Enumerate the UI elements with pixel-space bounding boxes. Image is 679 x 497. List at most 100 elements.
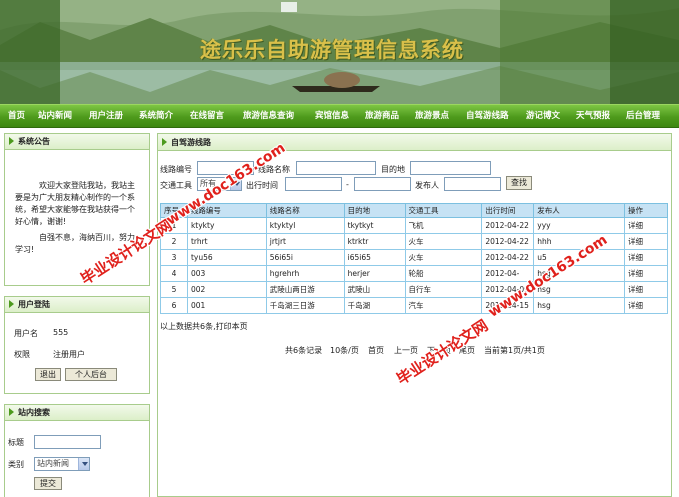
submit-button[interactable]: 提交: [34, 477, 62, 490]
arrow-icon: [9, 408, 14, 416]
cell-transport: 飞机: [404, 217, 483, 234]
first-page-link[interactable]: 首页: [368, 345, 384, 356]
arrow-icon: [9, 137, 14, 145]
nav-attractions[interactable]: 旅游景点: [415, 105, 449, 128]
cell-transport: 轮船: [404, 265, 483, 282]
username-value: 555: [53, 328, 69, 337]
nav-hotels[interactable]: 宾馆信息: [315, 105, 349, 128]
prev-page-link[interactable]: 上一页: [394, 345, 418, 356]
role-value: 注册用户: [53, 350, 85, 359]
nav-blog[interactable]: 游记博文: [526, 105, 560, 128]
search-button[interactable]: 查找: [506, 176, 532, 190]
nav-site-news[interactable]: 站内新闻: [38, 105, 72, 128]
notice-title: 系统公告: [18, 137, 50, 146]
chevron-down-icon: [78, 458, 89, 470]
cell-destination: 武陵山: [343, 281, 406, 298]
cell-publisher: hhh: [533, 233, 626, 250]
cell-index: 2: [160, 233, 188, 250]
detail-link[interactable]: 详细: [624, 297, 668, 314]
cell-time: 2012-04-09: [481, 281, 535, 298]
cell-destination: 千岛湖: [343, 297, 406, 314]
route-name-label: 线路名称: [258, 165, 290, 174]
cell-publisher: u5: [533, 249, 626, 266]
cell-publisher: yyy: [533, 217, 626, 234]
nav-travel-query[interactable]: 旅游信息查询: [243, 105, 294, 128]
destination-label: 目的地: [381, 165, 405, 174]
cell-code: trhrt: [186, 233, 267, 250]
cell-time: 2012-04-: [481, 265, 535, 282]
site-search-panel: 站内搜索 标题 类别 站内新闻 提交: [4, 404, 150, 497]
cell-transport: 汽车: [404, 297, 483, 314]
summary-text: 以上数据共6条,打印本页: [160, 322, 248, 331]
nav-admin[interactable]: 后台管理: [626, 105, 660, 128]
cell-destination: i65i65: [343, 249, 406, 266]
nav-about[interactable]: 系统简介: [139, 105, 173, 128]
cell-time: 2012-04-22: [481, 249, 535, 266]
detail-link[interactable]: 详细: [624, 233, 668, 250]
col-header-name: 线路名称: [265, 203, 345, 218]
site-search-header: 站内搜索: [5, 405, 149, 421]
per-page: 10条/页: [330, 346, 359, 355]
cell-code: ktykty: [186, 217, 267, 234]
destination-input[interactable]: [410, 161, 491, 175]
notice-panel-header: 系统公告: [5, 134, 149, 150]
main-panel-header: 自驾游线路: [158, 134, 671, 151]
time-to-input[interactable]: [354, 177, 411, 191]
detail-link[interactable]: 详细: [624, 265, 668, 282]
cell-index: 1: [160, 217, 188, 234]
col-header-code: 线路编号: [186, 203, 267, 218]
keyword-label: 标题: [8, 438, 24, 447]
login-panel: 用户登陆 用户名 555 权限 注册用户 退出 个人后台: [4, 296, 150, 394]
transport-select[interactable]: 所有: [197, 177, 242, 191]
nav-goods[interactable]: 旅游商品: [365, 105, 399, 128]
route-name-input[interactable]: [296, 161, 376, 175]
route-code-input[interactable]: [197, 161, 254, 175]
col-header-index: 序号: [160, 203, 188, 218]
cell-transport: 火车: [404, 249, 483, 266]
time-from-input[interactable]: [285, 177, 342, 191]
cell-name: jrtjrt: [265, 233, 345, 250]
cell-name: ktyktyl: [265, 217, 345, 234]
nav-register[interactable]: 用户注册: [89, 105, 123, 128]
cell-publisher: hsg: [533, 281, 626, 298]
cell-name: 武陵山两日游: [265, 281, 345, 298]
nav-self-drive[interactable]: 自驾游线路: [466, 105, 509, 128]
user-backend-button[interactable]: 个人后台: [65, 368, 117, 381]
site-search-title: 站内搜索: [18, 408, 50, 417]
arrow-icon: [162, 138, 167, 146]
nav-weather[interactable]: 天气预报: [576, 105, 610, 128]
username-label: 用户名: [14, 329, 38, 338]
nav-home[interactable]: 首页: [8, 105, 25, 128]
time-range-separator: -: [346, 180, 349, 189]
logout-button[interactable]: 退出: [35, 368, 61, 381]
transport-label: 交通工具: [160, 181, 192, 190]
cell-publisher: hsg: [533, 265, 626, 282]
table-header-row: 序号 线路编号 线路名称 目的地 交通工具 出行时间 发布人 操作: [160, 203, 668, 218]
main-title: 自驾游线路: [171, 138, 211, 147]
keyword-input[interactable]: [34, 435, 101, 449]
cell-time: 2012-04-22: [481, 217, 535, 234]
publisher-input[interactable]: [444, 177, 501, 191]
route-code-label: 线路编号: [160, 165, 192, 174]
col-header-action: 操作: [624, 203, 668, 218]
category-label: 类别: [8, 460, 24, 469]
cell-destination: ktrktr: [343, 233, 406, 250]
main-nav: 首页 站内新闻 用户注册 系统简介 在线留言 旅游信息查询 宾馆信息 旅游商品 …: [0, 104, 679, 128]
category-select[interactable]: 站内新闻: [34, 457, 90, 471]
detail-link[interactable]: 详细: [624, 217, 668, 234]
cell-name: 千岛湖三日游: [265, 297, 345, 314]
last-page-link[interactable]: 尾页: [459, 345, 475, 356]
detail-link[interactable]: 详细: [624, 249, 668, 266]
banner: 途乐乐自助游管理信息系统: [0, 0, 679, 104]
nav-guestbook[interactable]: 在线留言: [190, 105, 224, 128]
cell-transport: 自行车: [404, 281, 483, 298]
login-panel-header: 用户登陆: [5, 297, 149, 313]
cell-transport: 火车: [404, 233, 483, 250]
routes-table: 序号 线路编号 线路名称 目的地 交通工具 出行时间 发布人 操作 1 ktyk…: [160, 203, 668, 314]
detail-link[interactable]: 详细: [624, 281, 668, 298]
cell-name: 56i65i: [265, 249, 345, 266]
cell-index: 4: [160, 265, 188, 282]
col-header-publisher: 发布人: [533, 203, 626, 218]
table-row: 5 002 武陵山两日游 武陵山 自行车 2012-04-09 hsg 详细: [160, 281, 668, 298]
next-page-link[interactable]: 下一页: [427, 345, 451, 356]
